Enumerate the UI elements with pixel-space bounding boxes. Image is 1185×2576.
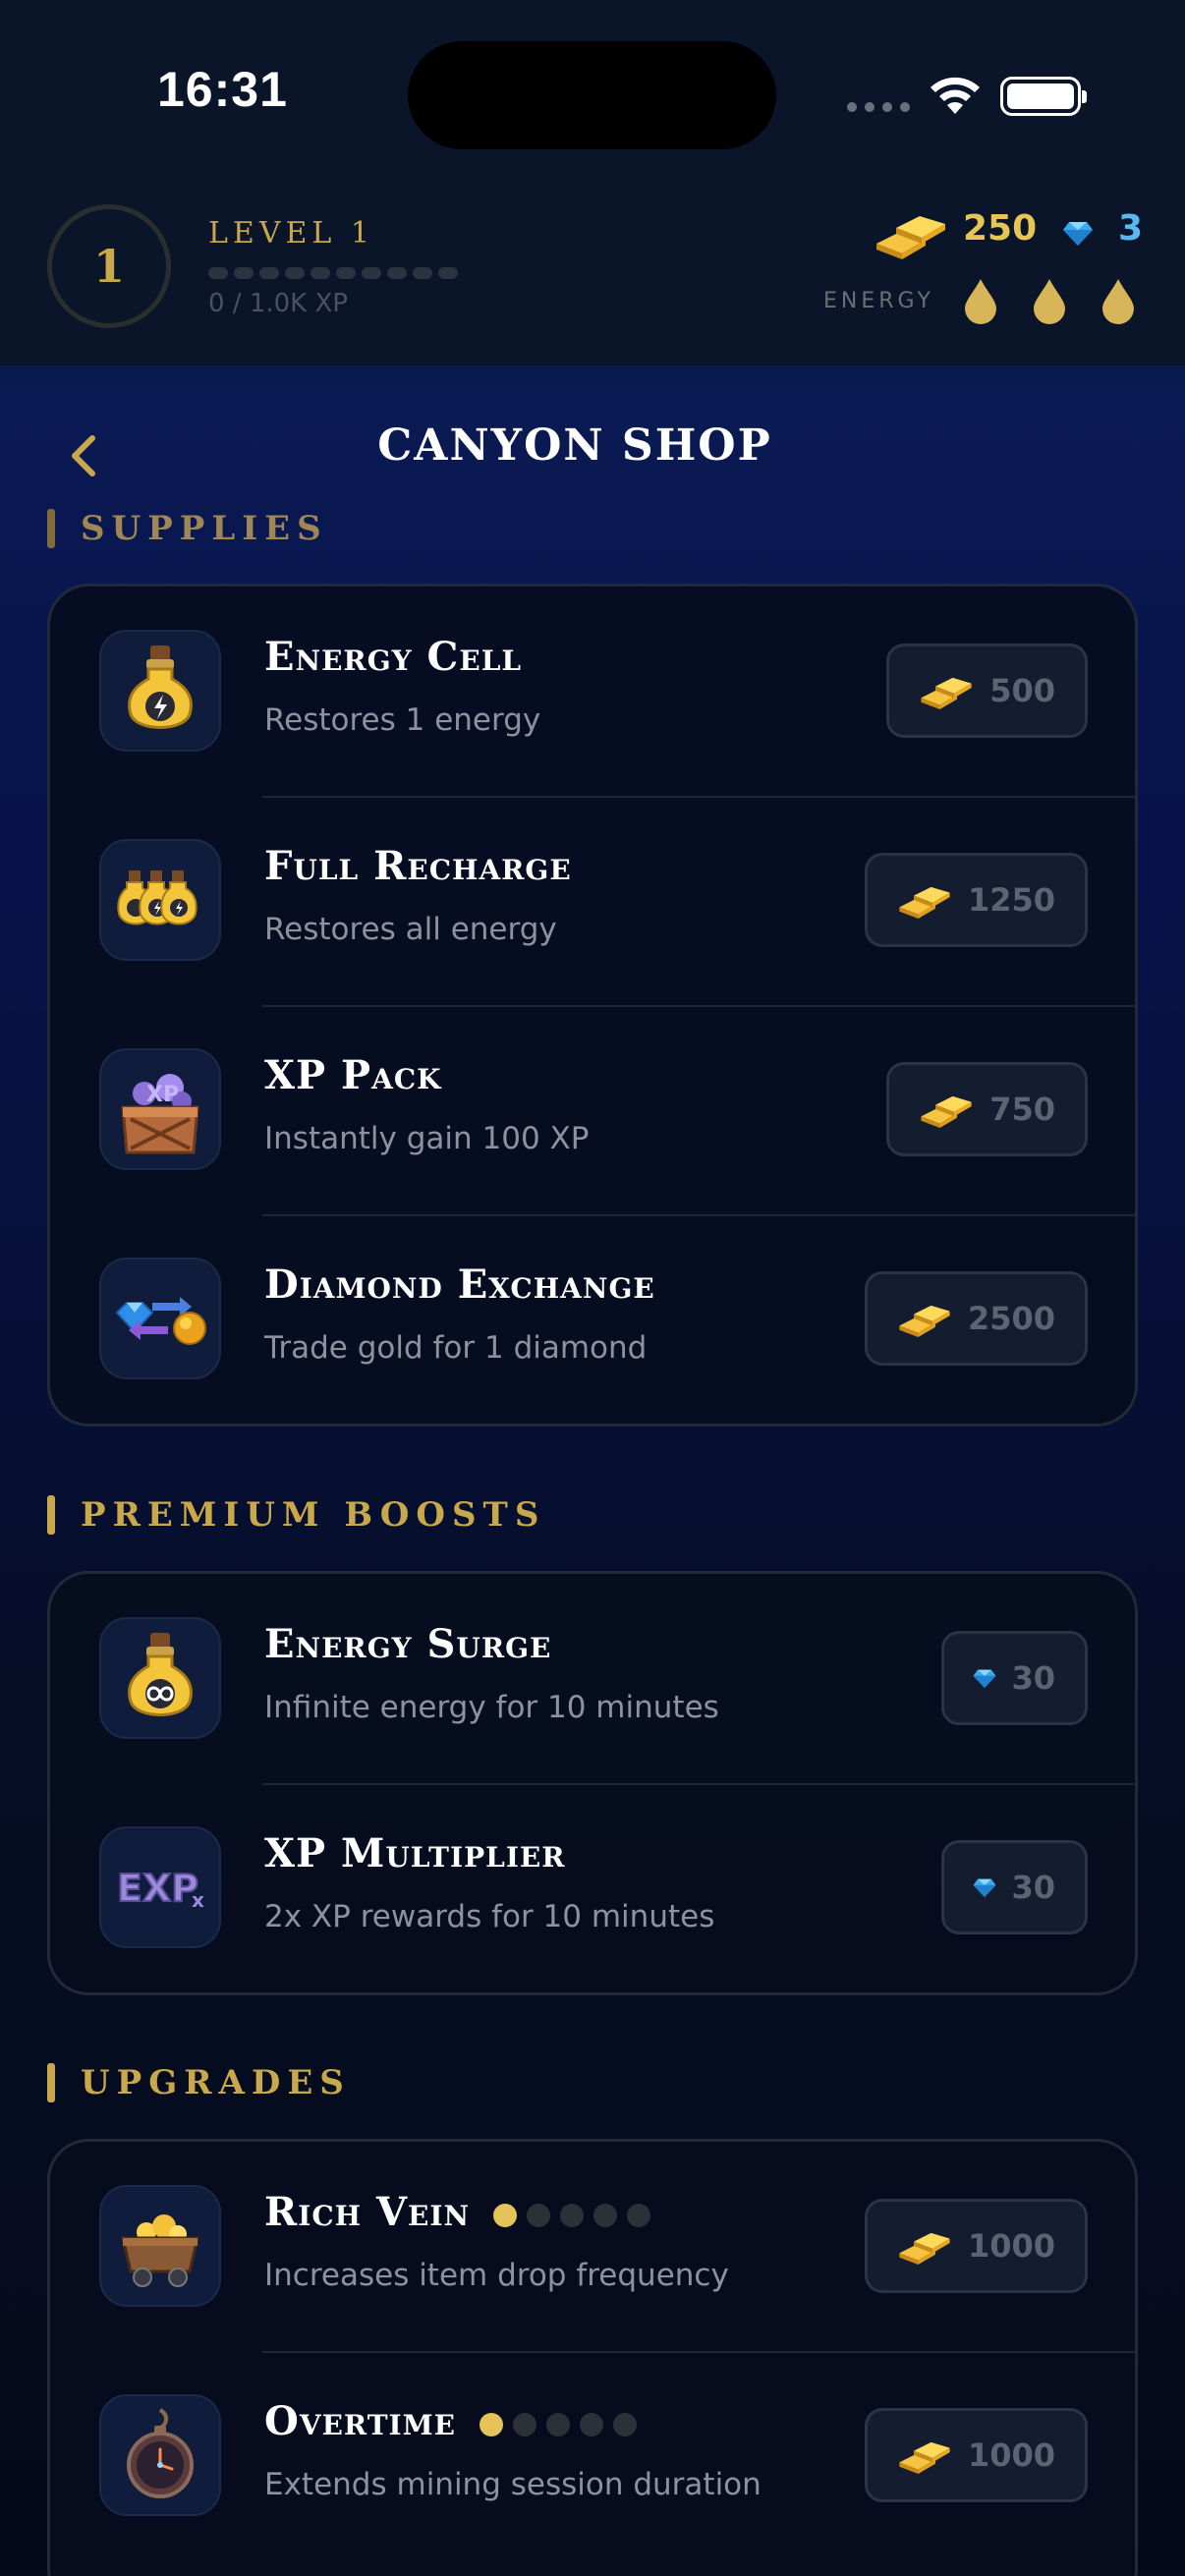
gold-bars-icon <box>921 677 972 710</box>
energy-drop-icon <box>1102 279 1134 324</box>
price-amount: 30 <box>1011 1869 1055 1906</box>
item-description: 2x XP rewards for 10 minutes <box>264 1899 715 1934</box>
item-description: Restores all energy <box>264 912 557 947</box>
xp-crate-icon: XP <box>99 1048 221 1170</box>
diamond-amount: 3 <box>1118 208 1144 249</box>
shop-item-xp-multiplier[interactable]: EXP x XP Multiplier 2x XP rewards for 10… <box>50 1783 1135 1992</box>
price-amount: 2500 <box>967 1300 1055 1337</box>
gold-bars-icon <box>899 2441 950 2475</box>
potion-infinity-icon <box>99 1617 221 1739</box>
svg-text:XP: XP <box>146 1083 179 1107</box>
upgrade-level-dots <box>479 2413 637 2436</box>
triple-potion-icon <box>99 839 221 961</box>
player-hud: 1 LEVEL 1 0 / 1.0K XP 250 3 ENERGY <box>0 187 1185 365</box>
wifi-icon <box>931 77 980 114</box>
upgrade-level-dots <box>493 2204 651 2227</box>
price-amount: 1000 <box>967 2436 1055 2474</box>
status-bar: 16:31 <box>0 0 1185 187</box>
item-description: Restores 1 energy <box>264 702 541 738</box>
item-name: Energy Cell <box>264 634 523 680</box>
battery-icon <box>1000 77 1087 116</box>
diamond-icon <box>973 1669 996 1688</box>
buy-button[interactable]: 750 <box>886 1062 1088 1156</box>
exchange-icon <box>99 1258 221 1379</box>
mine-cart-icon <box>99 2185 221 2307</box>
gold-amount: 250 <box>963 208 1038 249</box>
gold-bars-icon <box>876 216 945 259</box>
gold-bars-icon <box>921 1095 972 1129</box>
section-header-premium-boosts: PREMIUM BOOSTS <box>47 1495 545 1535</box>
shop-item-energy-cell[interactable]: Energy Cell Restores 1 energy 500 <box>50 587 1135 796</box>
item-name: XP Multiplier <box>264 1830 566 1876</box>
energy-drop-icon <box>965 279 996 324</box>
section-header-upgrades: UPGRADES <box>47 2063 351 2102</box>
price-amount: 1250 <box>967 881 1055 919</box>
pocket-watch-icon <box>99 2394 221 2516</box>
xp-progress-bar <box>208 267 458 279</box>
price-amount: 30 <box>1011 1659 1055 1697</box>
gold-bars-icon <box>899 2232 950 2266</box>
exp-multiplier-icon: EXP x <box>99 1826 221 1948</box>
price-amount: 750 <box>989 1091 1055 1128</box>
item-name: Energy Surge <box>264 1621 552 1667</box>
xp-text: 0 / 1.0K XP <box>208 289 348 318</box>
gold-bars-icon <box>899 886 950 920</box>
item-name: Diamond Exchange <box>264 1261 655 1308</box>
shop-item-rich-vein[interactable]: Rich Vein Increases item drop frequency … <box>50 2142 1135 2351</box>
energy-meter <box>963 277 1136 324</box>
item-name: Rich Vein <box>264 2189 651 2235</box>
shop-item-diamond-exchange[interactable]: Diamond Exchange Trade gold for 1 diamon… <box>50 1214 1135 1424</box>
buy-button[interactable]: 1000 <box>864 2408 1088 2502</box>
item-description: Infinite energy for 10 minutes <box>264 1690 719 1725</box>
price-amount: 1000 <box>967 2227 1055 2265</box>
item-name: XP Pack <box>264 1052 442 1098</box>
buy-button[interactable]: 30 <box>941 1631 1088 1725</box>
shop-item-xp-pack[interactable]: XP XP Pack Instantly gain 100 XP 750 <box>50 1005 1135 1214</box>
svg-text:x: x <box>192 1888 204 1912</box>
upgrades-card: Rich Vein Increases item drop frequency … <box>47 2139 1138 2576</box>
cellular-signal-icon <box>847 102 910 112</box>
buy-button[interactable]: 30 <box>941 1840 1088 1934</box>
item-description: Extends mining session duration <box>264 2467 762 2502</box>
item-description: Instantly gain 100 XP <box>264 1121 590 1156</box>
level-badge: 1 <box>47 204 171 328</box>
energy-drop-icon <box>1034 279 1065 324</box>
item-name: Full Recharge <box>264 843 572 889</box>
level-label: LEVEL 1 <box>208 216 374 251</box>
section-header-supplies: SUPPLIES <box>47 509 328 548</box>
item-description: Trade gold for 1 diamond <box>264 1330 648 1366</box>
shop-item-full-recharge[interactable]: Full Recharge Restores all energy 1250 <box>50 796 1135 1005</box>
energy-label: ENERGY <box>823 289 934 313</box>
dynamic-island <box>408 41 776 149</box>
diamond-icon <box>973 1878 996 1897</box>
price-amount: 500 <box>989 672 1055 709</box>
page-title: CANYON SHOP <box>377 420 772 471</box>
gold-bars-icon <box>899 1305 950 1338</box>
supplies-card: Energy Cell Restores 1 energy 500 Full R… <box>47 584 1138 1427</box>
status-time: 16:31 <box>157 62 288 117</box>
shop-item-energy-surge[interactable]: Energy Surge Infinite energy for 10 minu… <box>50 1574 1135 1783</box>
buy-button[interactable]: 2500 <box>864 1271 1088 1366</box>
potion-bolt-icon <box>99 630 221 752</box>
buy-button[interactable]: 500 <box>886 644 1088 738</box>
premium-boosts-card: Energy Surge Infinite energy for 10 minu… <box>47 1571 1138 1995</box>
buy-button[interactable]: 1250 <box>864 853 1088 947</box>
svg-text:EXP: EXP <box>117 1867 198 1910</box>
item-name: Overtime <box>264 2398 637 2444</box>
item-description: Increases item drop frequency <box>264 2258 729 2293</box>
diamond-icon <box>1063 222 1093 246</box>
shop-item-overtime[interactable]: Overtime Extends mining session duration… <box>50 2351 1135 2560</box>
buy-button[interactable]: 1000 <box>864 2199 1088 2293</box>
